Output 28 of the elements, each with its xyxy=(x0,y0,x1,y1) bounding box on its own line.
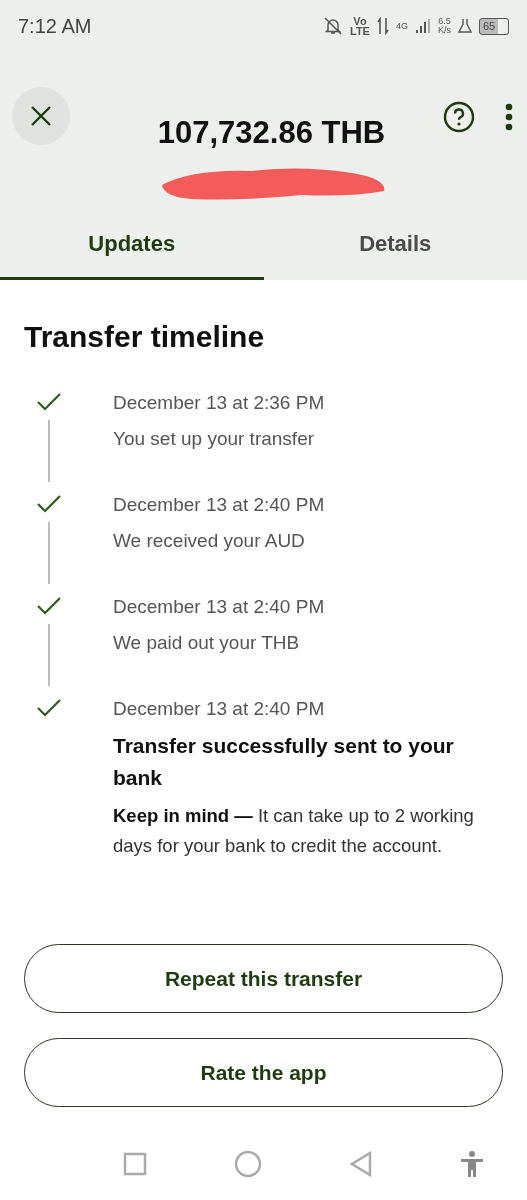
section-title: Transfer timeline xyxy=(24,320,266,354)
event-time: December 13 at 2:40 PM xyxy=(113,494,326,516)
event-time: December 13 at 2:40 PM xyxy=(113,698,326,720)
event-time: December 13 at 2:36 PM xyxy=(113,392,326,414)
battery-indicator: 65 xyxy=(479,17,509,35)
event-title: Transfer successfully sent to your bank xyxy=(113,733,455,791)
bell-off-icon xyxy=(323,16,343,36)
accessibility-icon[interactable] xyxy=(459,1150,484,1178)
event-description: We paid out your THB xyxy=(113,632,301,654)
tab[interactable]: Details xyxy=(263,210,527,280)
transfer-amount: 107,732.86 THB xyxy=(157,115,386,151)
more-icon[interactable] xyxy=(505,103,513,131)
clock: 7:12 AM xyxy=(18,14,92,38)
event-note: Keep in mind — It can take up to 2 working days for your bank to credit the account. xyxy=(113,804,475,858)
help-icon[interactable] xyxy=(443,101,475,133)
signal-icon xyxy=(415,18,431,34)
close-icon[interactable] xyxy=(30,105,52,127)
event-description: You set up your transfer xyxy=(113,428,316,450)
flask-icon xyxy=(458,18,472,34)
network-speed: 6.5 K/s xyxy=(438,17,451,35)
action-button[interactable]: Rate the app xyxy=(24,1038,503,1108)
action-button[interactable]: Repeat this transfer xyxy=(24,944,503,1014)
data-arrows-icon xyxy=(376,17,389,35)
network-type: 4G xyxy=(395,21,408,31)
event-time: December 13 at 2:40 PM xyxy=(113,596,326,618)
tab[interactable]: Updates xyxy=(0,210,264,280)
volte-indicator: Vo LTE xyxy=(350,15,370,37)
event-description: We received your AUD xyxy=(113,530,306,552)
